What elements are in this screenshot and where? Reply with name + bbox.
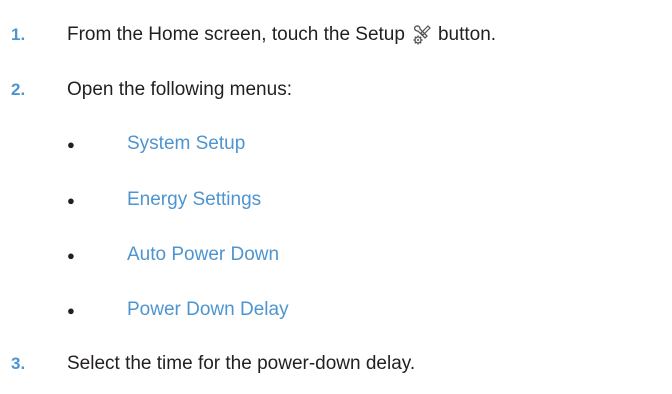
menu-link-auto-power-down[interactable]: Auto Power Down (127, 244, 279, 266)
step-2: 2. Open the following menus: (0, 75, 672, 105)
step-text: Select the time for the power-down delay… (67, 353, 416, 374)
menu-link-power-down-delay[interactable]: Power Down Delay (127, 299, 289, 321)
step-text-before: From the Home screen, touch the Setup (67, 24, 405, 45)
list-item: ● Power Down Delay (0, 295, 672, 325)
step-1: 1. From the Home screen, touch the Setup… (0, 20, 672, 50)
bullet-icon: ● (67, 247, 75, 263)
step-text-after: button. (437, 24, 497, 45)
step-text: From the Home screen, touch the Setup bu… (67, 24, 496, 46)
menu-link-energy-settings[interactable]: Energy Settings (127, 189, 261, 211)
step-number: 1. (11, 25, 26, 44)
step-number: 3. (11, 354, 26, 373)
bullet-icon: ● (67, 136, 75, 152)
list-item: ● Energy Settings (0, 185, 672, 215)
step-text: Open the following menus: (67, 79, 292, 100)
list-item: ● System Setup (0, 129, 672, 159)
list-item: ● Auto Power Down (0, 240, 672, 270)
menu-link-system-setup[interactable]: System Setup (127, 133, 245, 155)
bullet-icon: ● (67, 302, 75, 318)
step-3: 3. Select the time for the power-down de… (0, 349, 672, 379)
bullet-icon: ● (67, 192, 75, 208)
step-number: 2. (11, 80, 26, 99)
setup-wrench-icon (411, 24, 433, 46)
